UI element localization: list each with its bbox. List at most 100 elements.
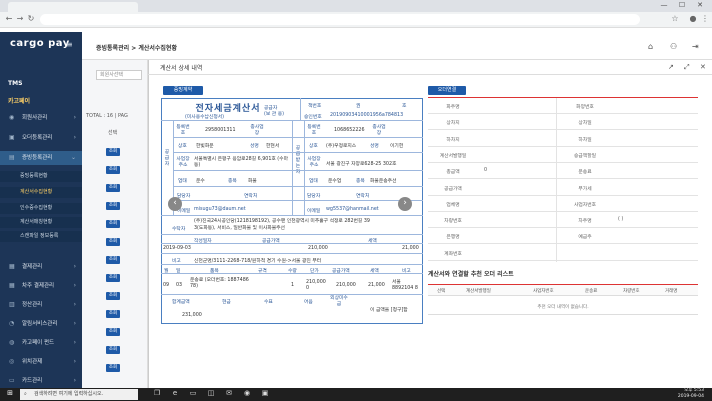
order-icon: ▣: [9, 134, 15, 141]
submenu-evidence-status[interactable]: 증빙등록현황: [0, 171, 82, 182]
location-icon: ◎: [9, 358, 15, 365]
forward-icon[interactable]: →: [15, 14, 25, 23]
sidebar-item-label: 알림서비스관리: [22, 321, 58, 327]
item-note: 서울8892104 8: [392, 280, 418, 291]
user-icon[interactable]: ⚇: [670, 42, 677, 51]
info-label: 차량번호: [444, 219, 462, 224]
submenu-invoice-collect[interactable]: 계산서수집현황: [0, 187, 82, 198]
bookmark-star-icon[interactable]: ☆: [670, 14, 680, 23]
order-link-button[interactable]: 오더연결: [428, 86, 466, 95]
book-vol-label: 권: [356, 104, 361, 109]
recommend-col-tradename: 거래명: [665, 289, 678, 294]
logout-icon[interactable]: ⇥: [692, 42, 699, 51]
sidebar-item-location[interactable]: ◎ 위치관제 ›: [0, 355, 82, 369]
invoice-divider: [173, 200, 423, 201]
maximize-button[interactable]: ☐: [676, 1, 688, 9]
sidebar-item-card[interactable]: ▭ 카드관리 ›: [0, 374, 82, 388]
info-value: ( ): [618, 217, 624, 222]
edge-icon[interactable]: e: [168, 389, 182, 397]
menu-toggle-icon[interactable]: ≡: [66, 40, 73, 49]
row-view-button[interactable]: 조회: [106, 274, 120, 282]
supplier-email[interactable]: misugu73@daum.net: [194, 207, 246, 212]
row-view-button[interactable]: 조회: [106, 184, 120, 192]
expand-icon[interactable]: ⤢: [684, 63, 690, 72]
minimize-button[interactable]: —: [658, 1, 670, 9]
row-view-button[interactable]: 조회: [106, 220, 120, 228]
reload-icon[interactable]: ↻: [26, 14, 36, 23]
address-bar[interactable]: [40, 14, 640, 25]
info-label: 화양번호: [576, 105, 594, 110]
clock[interactable]: 오후 5:53 2019-09-04: [678, 388, 704, 400]
chevron-right-icon: ›: [73, 377, 76, 384]
sidebar-item-member[interactable]: ◉ 회원사관리 ›: [0, 111, 82, 125]
book-ho-label: 호: [402, 104, 407, 109]
explorer-icon[interactable]: ▭: [186, 389, 200, 397]
chevron-right-icon: ›: [73, 263, 76, 270]
tax-amount: 21,000: [402, 246, 419, 251]
row-view-button[interactable]: 조회: [106, 346, 120, 354]
mail-icon[interactable]: ✉: [222, 389, 236, 397]
col-select-header: 선택: [108, 130, 118, 136]
chat-icon[interactable]: ⌂: [648, 42, 653, 51]
windows-start-icon[interactable]: ⊞: [3, 389, 17, 397]
sidebar-item-payment[interactable]: ▦ 결제관리 ›: [0, 260, 82, 274]
supplier-reg-label: 등록번호: [176, 125, 190, 136]
sidebar-item-fund[interactable]: ◍ 카고페이 펀드 ›: [0, 336, 82, 350]
recommend-col-date: 계산서발행일: [466, 289, 491, 294]
row-view-button[interactable]: 조회: [106, 238, 120, 246]
sidebar-item-label: 카고페이 펀드: [22, 340, 55, 346]
chevron-right-icon: ›: [73, 358, 76, 365]
buyer-email[interactable]: wg5537@hanmail.net: [326, 207, 379, 212]
total-amount: 231,000: [182, 313, 202, 318]
row-view-button[interactable]: 조회: [106, 328, 120, 336]
invoice-divider: [173, 152, 423, 153]
modal-close-icon[interactable]: ✕: [700, 63, 706, 71]
next-arrow-button[interactable]: ›: [398, 197, 412, 211]
buyer-reg-label: 등록번호: [307, 125, 321, 136]
more-menu-icon[interactable]: ⋮: [700, 14, 710, 23]
company-select[interactable]: 회원사선택: [96, 70, 142, 80]
invoice-sub-unused: (미사용수납신청서): [185, 115, 225, 120]
sidebar-item-order[interactable]: ▣ 오더등록관리 ›: [0, 131, 82, 145]
sidebar-item-label: 결제관리: [22, 264, 43, 270]
supplier-type: 운수: [196, 179, 205, 184]
taskbar-search[interactable]: ⌕ 검색하려면 여기에 입력하십시오.: [20, 389, 138, 400]
row-view-button[interactable]: 조회: [106, 292, 120, 300]
chevron-right-icon: ›: [73, 282, 76, 289]
submenu-invoice-matching[interactable]: 계산서매칭현황: [0, 217, 82, 228]
sidebar-heading: TMS: [8, 80, 23, 87]
row-view-button[interactable]: 조회: [106, 166, 120, 174]
close-button[interactable]: ✕: [694, 1, 706, 9]
buyer-email-label: 이메일: [307, 209, 321, 214]
invoice-divider: [173, 170, 423, 171]
sidebar-item-notification[interactable]: ◔ 알림서비스관리 ›: [0, 317, 82, 331]
buyer-type-label: 업태: [309, 179, 318, 184]
evidence-button[interactable]: 증빙계약: [163, 86, 203, 95]
row-view-button[interactable]: 조회: [106, 310, 120, 318]
sidebar-item-evidence[interactable]: ▤ 증빙등록관리 ⌄: [0, 151, 82, 165]
browser-tab[interactable]: [8, 2, 138, 12]
submenu-receipt-collect[interactable]: 인수증수집현황: [0, 203, 82, 214]
open-external-icon[interactable]: ↗: [668, 63, 674, 71]
task-view-icon[interactable]: ❐: [150, 389, 164, 397]
row-view-button[interactable]: 조회: [106, 256, 120, 264]
profile-icon[interactable]: ●: [688, 14, 698, 23]
submenu-scan-file[interactable]: 스캔파일 정보등록: [0, 231, 82, 242]
row-view-button[interactable]: 조회: [106, 202, 120, 210]
row-view-button[interactable]: 조회: [106, 364, 120, 372]
chrome-icon[interactable]: ◉: [240, 389, 254, 397]
back-icon[interactable]: ←: [4, 14, 14, 23]
row-view-button[interactable]: 조회: [106, 148, 120, 156]
sidebar-item-driver-payment[interactable]: ▦ 차주 결제관리 ›: [0, 279, 82, 293]
total-count: TOTAL : 16: [86, 113, 114, 119]
approval-number: 20190903410001956a784813: [330, 113, 404, 118]
sidebar-item-settlement[interactable]: ▥ 정산관리 ›: [0, 298, 82, 312]
modal-title: 계산서 상세 내역: [160, 65, 203, 72]
item-tax: 21,000: [368, 283, 385, 288]
store-icon[interactable]: ◫: [204, 389, 218, 397]
supplier-subbiz-label: 종사업장: [250, 125, 264, 136]
chevron-right-icon: ›: [73, 114, 76, 121]
app-icon[interactable]: ▣: [258, 389, 272, 397]
info-label: 차주명: [578, 219, 592, 224]
prev-arrow-button[interactable]: ‹: [168, 197, 182, 211]
